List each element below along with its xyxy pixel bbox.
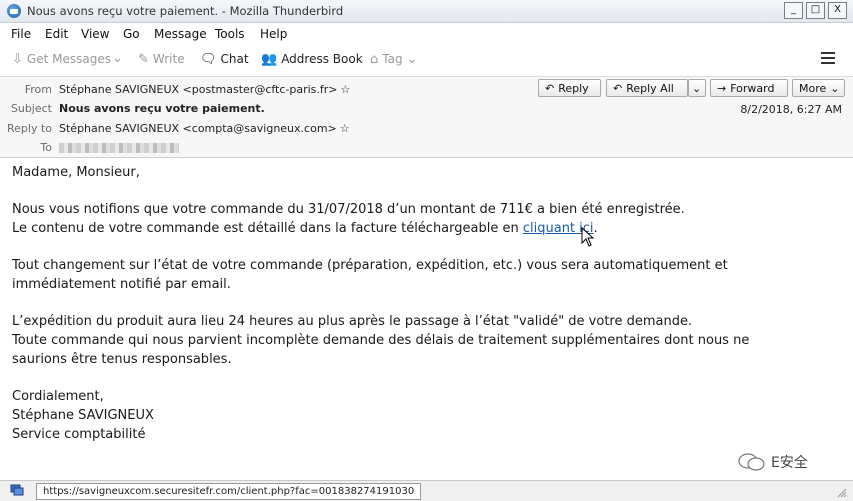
window-controls: _ □ X (784, 2, 847, 19)
more-button[interactable]: More ⌄ (792, 79, 845, 97)
reply-all-dropdown[interactable]: ⌄ (688, 79, 706, 97)
close-button[interactable]: X (828, 2, 847, 19)
greeting: Madame, Monsieur, (12, 165, 140, 180)
address-book-button[interactable]: 👥 Address Book (261, 52, 363, 66)
menu-go[interactable]: Go (123, 27, 140, 41)
title-bar: Nous avons reçu votre paiement. - Mozill… (0, 0, 853, 23)
replyto-label: Reply to (6, 122, 52, 135)
to-label: To (40, 141, 52, 154)
contacts-icon: 👥 (261, 51, 278, 67)
message-header: From Stéphane SAVIGNEUX <postmaster@cftc… (0, 76, 853, 158)
get-messages-dropdown[interactable]: ⌄ (112, 52, 123, 65)
chevron-down-icon: ⌄ (692, 81, 702, 95)
mouse-pointer-icon (581, 227, 595, 247)
more-label: More (799, 81, 827, 95)
body-line-2-prefix: Le contenu de votre commande est détaill… (12, 221, 523, 236)
network-status-icon (10, 484, 24, 496)
replyto-value: Stéphane SAVIGNEUX <compta@savigneux.com… (59, 122, 337, 135)
body-line-6: Toute commande qui nous parvient incompl… (12, 333, 750, 348)
tag-label: Tag (382, 52, 403, 66)
reply-button[interactable]: ↶ Reply (538, 79, 601, 97)
write-label: Write (152, 52, 185, 66)
status-link-url: https://savigneuxcom.securesitefr.com/cl… (36, 483, 422, 500)
reply-label: Reply (558, 81, 589, 95)
pencil-icon: ✎ (138, 51, 149, 67)
menu-tools[interactable]: Tools (215, 27, 245, 41)
minimize-button[interactable]: _ (784, 2, 803, 19)
closing: Cordialement, (12, 389, 104, 404)
chat-button[interactable]: 🗨 Chat (200, 52, 249, 66)
redacted-address (59, 143, 179, 153)
resize-grip-icon[interactable] (837, 488, 847, 498)
get-messages-label: Get Messages (26, 52, 111, 66)
write-button[interactable]: ✎ Write (138, 52, 185, 66)
subject-value: Nous avons reçu votre paiement. (59, 102, 265, 115)
watermark: E安全 (737, 452, 808, 472)
chevron-down-icon: ⌄ (830, 81, 840, 95)
maximize-button[interactable]: □ (806, 2, 825, 19)
signature-department: Service comptabilité (12, 427, 146, 442)
menu-edit[interactable]: Edit (45, 27, 68, 41)
reply-all-label: Reply All (626, 81, 674, 95)
body-line-2: Le contenu de votre commande est détaill… (12, 221, 598, 236)
replyto-field[interactable]: Stéphane SAVIGNEUX <compta@savigneux.com… (59, 122, 350, 135)
chat-label: Chat (220, 52, 249, 66)
reply-all-icon: ↶ (613, 81, 623, 95)
download-icon: ⇩ (12, 51, 23, 67)
menu-bar: File Edit View Go Message Tools Help (0, 23, 853, 44)
to-value-redacted (59, 141, 179, 154)
body-line-5: L’expédition du produit aura lieu 24 heu… (12, 314, 693, 329)
reply-all-button[interactable]: ↶ Reply All (606, 79, 688, 97)
from-label: From (24, 83, 52, 96)
chat-logo-icon (738, 453, 765, 471)
watermark-text: E安全 (771, 455, 808, 471)
menu-view[interactable]: View (81, 27, 109, 41)
reply-arrow-icon: ↶ (545, 81, 555, 95)
star-icon[interactable]: ☆ (340, 122, 350, 135)
window-title: Nous avons reçu votre paiement. - Mozill… (27, 4, 344, 18)
subject-label: Subject (10, 102, 52, 115)
chat-bubble-icon: 🗨 (200, 51, 217, 67)
main-toolbar: ⇩ Get Messages ⌄ ✎ Write 🗨 Chat 👥 Addres… (0, 46, 853, 74)
get-messages-button[interactable]: ⇩ Get Messages (12, 52, 111, 66)
body-line-1: Nous vous notifions que votre commande d… (12, 202, 685, 217)
body-line-3: Tout changement sur l’état de votre comm… (12, 258, 728, 273)
menu-help[interactable]: Help (260, 27, 287, 41)
body-line-7: saurions être tenus responsables. (12, 352, 232, 367)
from-value: Stéphane SAVIGNEUX <postmaster@cftc-pari… (59, 83, 338, 96)
thunderbird-app-icon (7, 4, 21, 18)
tag-icon: ⌂ (370, 51, 379, 67)
forward-label: Forward (730, 81, 775, 95)
forward-arrow-icon: → (717, 81, 727, 95)
address-book-label: Address Book (281, 52, 363, 66)
body-line-4: immédiatement notifié par email. (12, 277, 231, 292)
menu-file[interactable]: File (11, 27, 31, 41)
chevron-down-icon: ⌄ (406, 51, 418, 67)
tag-button[interactable]: ⌂ Tag ⌄ (370, 52, 418, 66)
star-icon[interactable]: ☆ (341, 83, 351, 96)
from-field[interactable]: Stéphane SAVIGNEUX <postmaster@cftc-pari… (59, 83, 350, 96)
chevron-down-icon: ⌄ (112, 51, 123, 66)
app-menu-icon[interactable] (821, 52, 835, 64)
message-date: 8/2/2018, 6:27 AM (740, 103, 842, 116)
forward-button[interactable]: → Forward (710, 79, 788, 97)
signature-name: Stéphane SAVIGNEUX (12, 408, 154, 423)
menu-message[interactable]: Message (154, 27, 207, 41)
status-bar: https://savigneuxcom.securesitefr.com/cl… (0, 480, 853, 501)
